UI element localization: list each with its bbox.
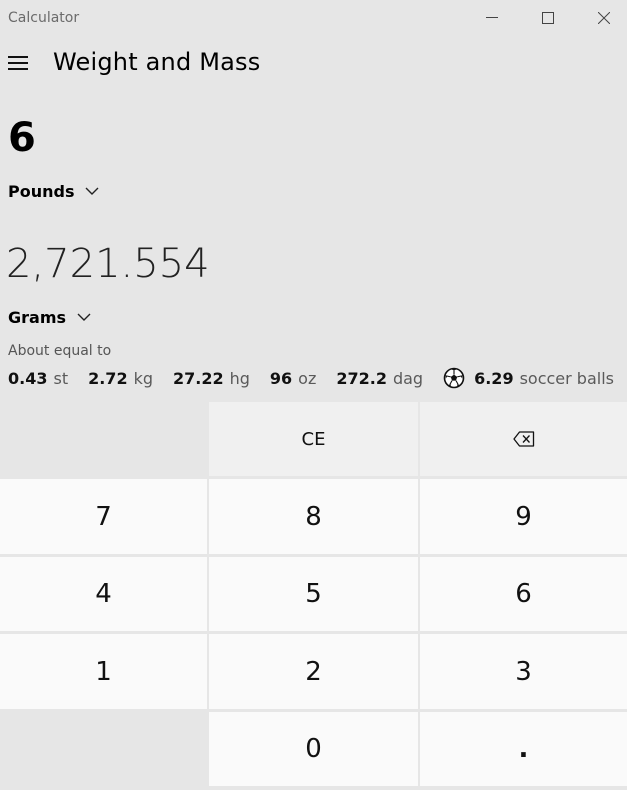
close-button[interactable] [581, 0, 627, 36]
digit-1-button[interactable]: 1 [0, 634, 207, 709]
digit-7-button[interactable]: 7 [0, 479, 207, 554]
backspace-icon [512, 431, 534, 447]
minimize-button[interactable] [469, 0, 515, 36]
app-title: Calculator [8, 10, 80, 26]
maximize-button[interactable] [525, 0, 571, 36]
soccer-ball-icon [443, 367, 465, 389]
chevron-down-icon [85, 187, 99, 195]
backspace-button[interactable] [420, 402, 627, 476]
equivalent-item: 6.29 soccer balls [443, 367, 614, 389]
clear-entry-button[interactable]: CE [209, 402, 418, 476]
keypad-blank-cell [0, 402, 207, 476]
equivalent-unit: st [53, 368, 69, 388]
decimal-button[interactable]: . [420, 712, 627, 786]
calculator-app: Calculator Weight and Mass 6 Pounds 2,72… [0, 0, 627, 790]
title-bar: Calculator [0, 0, 627, 36]
equivalent-unit: dag [392, 368, 424, 388]
to-unit-dropdown[interactable]: Grams [8, 305, 92, 329]
equivalent-item: 96 oz [270, 369, 316, 388]
equivalent-value: 6.29 [474, 368, 514, 388]
equivalent-item: 272.2 dag [336, 369, 423, 388]
digit-2-button[interactable]: 2 [209, 634, 418, 709]
keypad-blank-cell [0, 712, 207, 790]
from-unit-label: Pounds [8, 181, 75, 201]
equivalent-item: 27.22 hg [173, 369, 250, 388]
hamburger-icon[interactable] [6, 52, 30, 74]
equivalent-unit: kg [133, 368, 153, 388]
digit-3-button[interactable]: 3 [420, 634, 627, 709]
to-unit-label: Grams [8, 307, 67, 327]
equivalent-value: 272.2 [336, 368, 387, 388]
minimize-icon [486, 17, 498, 18]
page-title: Weight and Mass [53, 48, 261, 76]
equivalent-value: 0.43 [8, 368, 48, 388]
output-value: 2,721.554 [6, 241, 210, 287]
digit-0-button[interactable]: 0 [209, 712, 418, 786]
equivalent-value: 2.72 [88, 368, 128, 388]
digit-4-button[interactable]: 4 [0, 557, 207, 631]
chevron-down-icon [77, 313, 91, 321]
input-value[interactable]: 6 [8, 116, 36, 160]
equivalent-unit: soccer balls [519, 368, 614, 388]
digit-6-button[interactable]: 6 [420, 557, 627, 631]
from-unit-dropdown[interactable]: Pounds [8, 179, 100, 203]
close-icon [598, 12, 610, 24]
clear-entry-label: CE [301, 428, 326, 450]
equivalent-value: 27.22 [173, 368, 224, 388]
equivalent-value: 96 [269, 368, 293, 388]
equivalent-unit: oz [298, 368, 317, 388]
equivalent-item: 0.43 st [8, 369, 68, 388]
digit-8-button[interactable]: 8 [209, 479, 418, 554]
maximize-icon [542, 12, 554, 24]
about-equal-label: About equal to [8, 343, 112, 359]
equivalents-row: 0.43 st 2.72 kg 27.22 hg 96 oz 272.2 dag [8, 366, 614, 390]
digit-5-button[interactable]: 5 [209, 557, 418, 631]
digit-9-button[interactable]: 9 [420, 479, 627, 554]
equivalent-unit: hg [229, 368, 250, 388]
equivalent-item: 2.72 kg [88, 369, 153, 388]
